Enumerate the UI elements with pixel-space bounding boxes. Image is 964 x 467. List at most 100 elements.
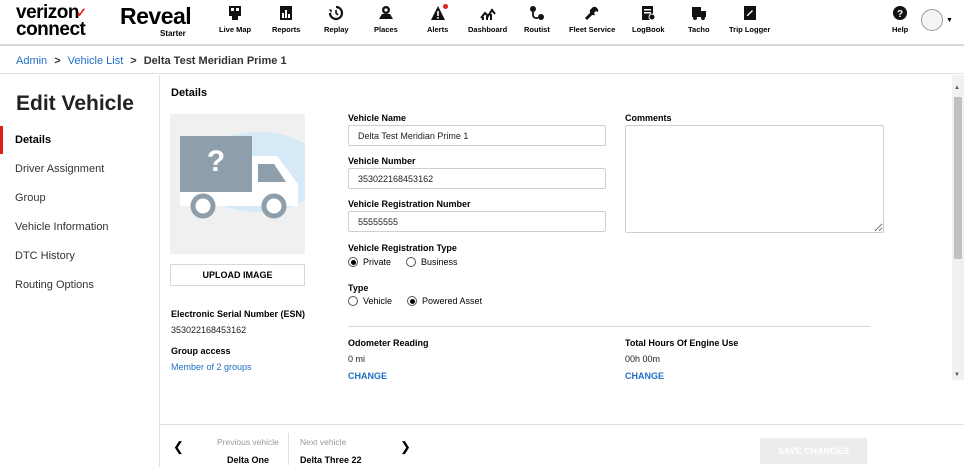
nav-label: Live Map	[219, 25, 252, 34]
breadcrumb-separator: >	[130, 54, 137, 67]
chevron-down-icon[interactable]: ▼	[946, 17, 953, 24]
fleet-service-icon	[585, 6, 599, 21]
breadcrumb-separator: >	[54, 54, 61, 67]
breadcrumb-current: Delta Test Meridian Prime 1	[143, 54, 287, 67]
sidebar-item-dtc-history[interactable]: DTC History	[0, 242, 159, 270]
edit-vehicle-sidebar: Edit Vehicle Details Driver Assignment G…	[0, 75, 160, 467]
sidebar-item-details[interactable]: Details	[0, 126, 159, 154]
previous-vehicle-name[interactable]: Delta One	[227, 455, 269, 465]
next-vehicle-arrow[interactable]: ❯	[400, 439, 411, 455]
radio-business-label[interactable]: Business	[421, 257, 458, 267]
vehicle-footer-bar: ❮ Previous vehicle Delta One Next vehicl…	[160, 424, 964, 467]
engine-hours-change-link[interactable]: CHANGE	[625, 371, 664, 381]
nav-item-replay[interactable]: Replay	[324, 5, 349, 39]
nav-label: Dashboard	[468, 25, 508, 34]
type-label: Type	[348, 283, 369, 293]
type-radio-group: Vehicle Powered Asset	[348, 296, 497, 306]
nav-label: Routist	[524, 25, 550, 34]
breadcrumb-admin-link[interactable]: Admin	[16, 55, 47, 67]
vehicle-name-input[interactable]	[348, 125, 606, 146]
svg-text:?: ?	[897, 9, 903, 20]
radio-vehicle[interactable]	[348, 296, 358, 306]
top-navigation-bar: verizon ✓ connect Reveal Starter Live Ma…	[0, 0, 964, 46]
upload-image-button[interactable]: UPLOAD IMAGE	[170, 264, 305, 286]
nav-item-trip-logger[interactable]: Trip Logger	[729, 5, 770, 39]
user-avatar[interactable]	[921, 9, 943, 31]
esn-label: Electronic Serial Number (ESN)	[171, 309, 306, 319]
scroll-up-arrow[interactable]: ▲	[954, 85, 960, 91]
group-access-label: Group access	[171, 346, 231, 356]
registration-type-radio-group: Private Business	[348, 257, 473, 267]
nav-item-alerts[interactable]: Alerts	[427, 4, 449, 39]
nav-label: Tacho	[688, 25, 710, 34]
breadcrumb-vehicle-list-link[interactable]: Vehicle List	[68, 55, 124, 67]
comments-label: Comments	[625, 113, 672, 123]
trip-logger-icon	[743, 6, 756, 20]
nav-label: Trip Logger	[729, 25, 771, 34]
tacho-icon	[691, 7, 706, 20]
engine-hours-label: Total Hours Of Engine Use	[625, 338, 739, 348]
radio-powered-asset[interactable]	[407, 296, 418, 306]
section-divider	[348, 326, 870, 327]
esn-value: 353022168453162	[171, 325, 247, 335]
nav-item-fleet-service[interactable]: Fleet Service	[569, 5, 615, 39]
verizon-connect-logo[interactable]: verizon ✓ connect	[16, 3, 94, 40]
nav-item-logbook[interactable]: LogBook	[632, 5, 665, 39]
radio-vehicle-label[interactable]: Vehicle	[363, 296, 392, 306]
page-title: Edit Vehicle	[16, 92, 134, 115]
nav-item-tacho[interactable]: Tacho	[688, 5, 710, 39]
odometer-value: 0 mi	[348, 354, 366, 364]
truck-placeholder-icon: ?	[180, 132, 324, 219]
nav-label: LogBook	[632, 25, 665, 34]
section-title: Details	[171, 87, 208, 99]
radio-private-label[interactable]: Private	[363, 257, 391, 267]
alerts-icon-wrapper	[430, 4, 448, 21]
nav-label: Places	[374, 25, 398, 34]
radio-business[interactable]	[406, 257, 417, 267]
odometer-change-link[interactable]: CHANGE	[348, 371, 387, 381]
nav-label: Replay	[324, 25, 349, 34]
nav-item-help[interactable]: ? Help	[892, 5, 908, 39]
nav-item-places[interactable]: Places	[374, 5, 398, 39]
nav-item-dashboard[interactable]: Dashboard	[468, 5, 507, 39]
sidebar-item-driver-assignment[interactable]: Driver Assignment	[0, 155, 159, 183]
product-name: Reveal	[120, 3, 192, 29]
live-map-icon	[229, 6, 242, 20]
logo-text-connect: connect	[16, 19, 86, 40]
nav-label: Reports	[272, 25, 301, 34]
routist-icon	[529, 6, 544, 20]
places-icon	[378, 6, 393, 19]
odometer-label: Odometer Reading	[348, 338, 429, 348]
sidebar-item-routing-options[interactable]: Routing Options	[0, 271, 159, 299]
breadcrumb: Admin > Vehicle List > Delta Test Meridi…	[0, 48, 964, 74]
nav-item-live-map[interactable]: Live Map	[219, 5, 251, 39]
svg-text:?: ?	[207, 145, 225, 178]
comments-textarea[interactable]	[625, 125, 884, 233]
next-vehicle-name[interactable]: Delta Three 22	[300, 455, 362, 465]
group-access-link[interactable]: Member of 2 groups	[171, 362, 252, 372]
sidebar-item-vehicle-information[interactable]: Vehicle Information	[0, 213, 159, 241]
registration-number-input[interactable]	[348, 211, 606, 232]
save-changes-button[interactable]: SAVE CHANGES	[760, 438, 867, 464]
reveal-product-logo[interactable]: Reveal Starter	[120, 4, 200, 40]
nav-label: Alerts	[427, 25, 449, 34]
radio-private[interactable]	[348, 257, 358, 267]
scrollbar-thumb[interactable]	[954, 97, 962, 259]
radio-powered-asset-label[interactable]: Powered Asset	[422, 296, 482, 306]
vehicle-image-placeholder: ?	[170, 114, 324, 254]
sidebar-item-group[interactable]: Group	[0, 184, 159, 212]
vehicle-number-input[interactable]	[348, 168, 606, 189]
engine-hours-value: 00h 00m	[625, 354, 661, 364]
scroll-down-arrow[interactable]: ▼	[954, 372, 960, 378]
nav-label: Help	[892, 25, 909, 34]
previous-vehicle-label: Previous vehicle	[217, 437, 279, 447]
registration-number-label: Vehicle Registration Number	[348, 199, 471, 209]
nav-item-routist[interactable]: Routist	[524, 5, 550, 39]
nav-item-reports[interactable]: Reports	[272, 5, 300, 39]
details-panel: Details ? UPLOAD IMAGE Electronic Serial…	[161, 75, 952, 423]
help-icon: ?	[893, 6, 908, 20]
vehicle-name-label: Vehicle Name	[348, 113, 407, 123]
previous-vehicle-arrow[interactable]: ❮	[173, 439, 184, 455]
product-tier: Starter	[160, 29, 186, 38]
logbook-icon	[642, 6, 656, 21]
